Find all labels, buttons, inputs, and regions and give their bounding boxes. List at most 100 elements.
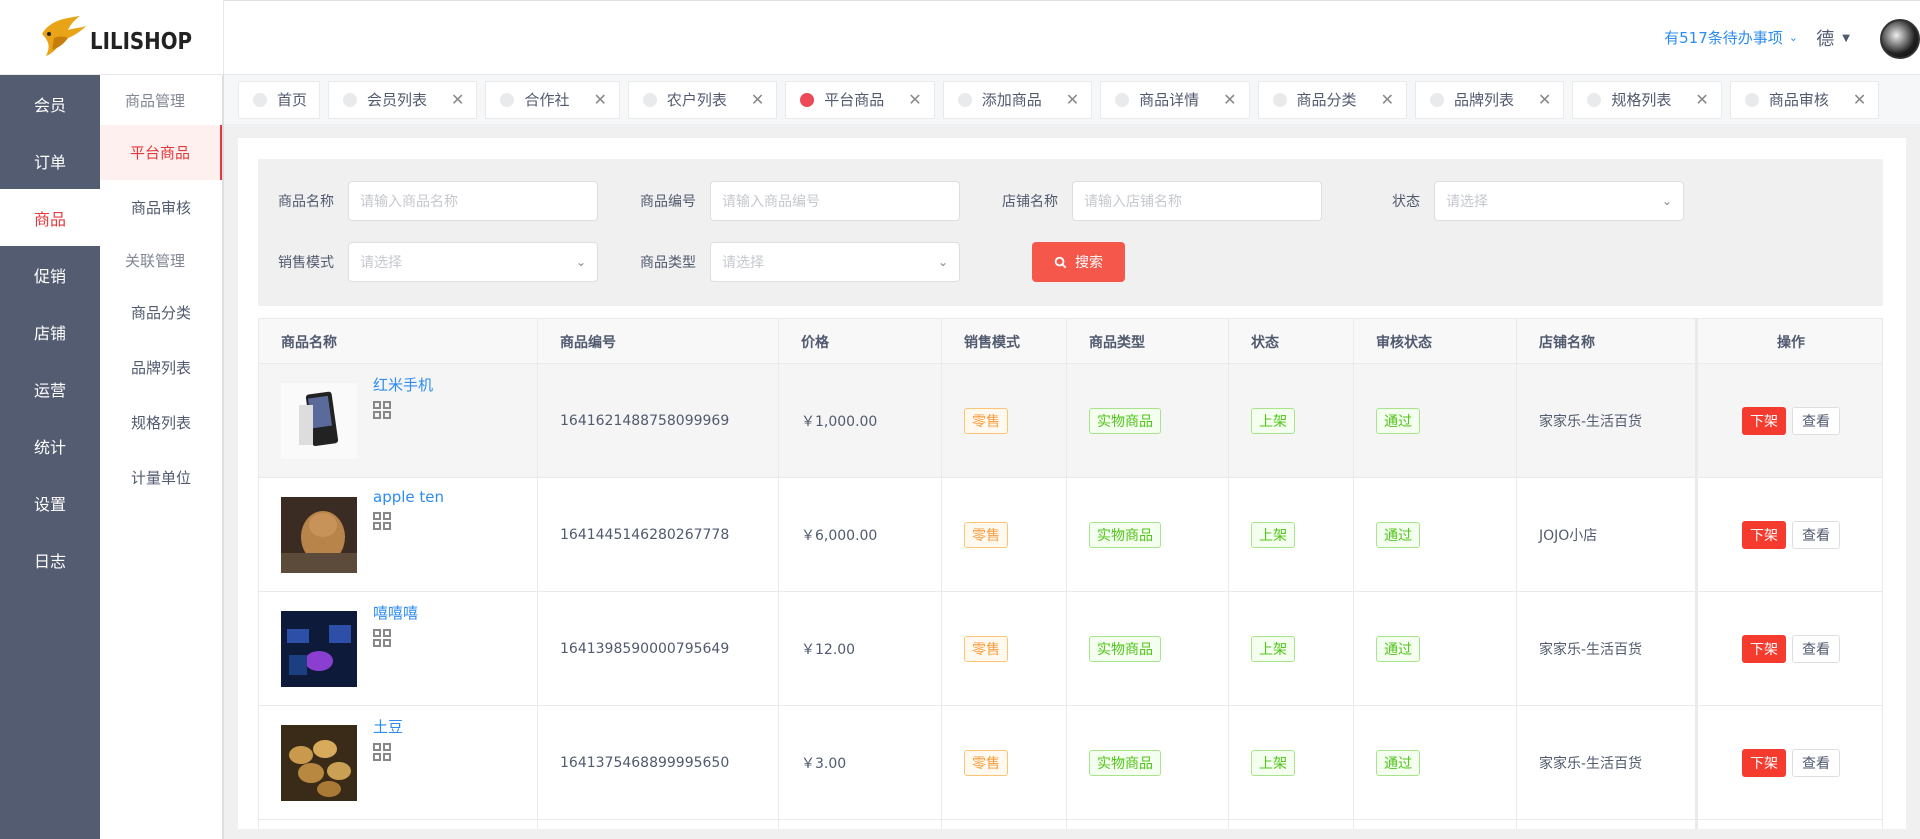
sale-mode-tag: 零售 <box>964 521 1008 548</box>
col-sale-mode: 销售模式 <box>942 319 1067 364</box>
sub-item-platform-goods[interactable]: 平台商品 <box>100 125 222 180</box>
tab-dot-icon <box>1115 92 1130 107</box>
chevron-down-icon: ⌄ <box>1661 194 1672 208</box>
tab-farmer-list[interactable]: 农户列表 ✕ <box>627 80 778 119</box>
sub-item-goods-audit[interactable]: 商品审核 <box>100 180 222 235</box>
caret-down-icon: ▼ <box>1842 32 1850 44</box>
view-button[interactable]: 查看 <box>1792 748 1840 777</box>
close-icon[interactable]: ✕ <box>1853 90 1866 109</box>
close-icon[interactable]: ✕ <box>593 90 606 109</box>
off-shelf-button[interactable]: 下架 <box>1742 634 1786 663</box>
sale-mode-select[interactable]: 请选择 ⌄ <box>348 242 598 282</box>
search-panel: 商品名称 请输入商品名称 商品编号 请输入商品编号 店铺名称 请输入店铺名称 状… <box>258 159 1883 306</box>
top-header: 有517条待办事项 ⌄ 德 ▼ <box>224 0 1920 75</box>
audit-status-cell: 通过 <box>1354 592 1517 705</box>
goods-thumbnail[interactable] <box>281 610 357 687</box>
goods-name-link[interactable]: 土豆 <box>373 716 403 737</box>
tab-platform-goods[interactable]: 平台商品 ✕ <box>785 80 935 119</box>
sub-item-spec-list[interactable]: 规格列表 <box>100 395 222 450</box>
price-cell: ￥3.00 <box>779 706 942 819</box>
tab-goods-audit[interactable]: 商品审核 ✕ <box>1729 80 1880 119</box>
sidebar-item-label: 日志 <box>33 551 66 571</box>
sidebar-item-settings[interactable]: 设置 <box>0 474 100 531</box>
status-tag: 上架 <box>1251 407 1295 434</box>
sidebar-item-promotion[interactable]: 促销 <box>0 246 100 303</box>
goods-code-input[interactable]: 请输入商品编号 <box>710 181 960 221</box>
close-icon[interactable]: ✕ <box>1695 90 1708 109</box>
placeholder: 请输入店铺名称 <box>1084 194 1182 210</box>
goods-thumbnail[interactable] <box>281 496 357 573</box>
close-icon[interactable]: ✕ <box>451 90 464 109</box>
actions-cell: 下架 查看 <box>1696 706 1882 819</box>
off-shelf-button[interactable]: 下架 <box>1742 748 1786 777</box>
view-button[interactable]: 查看 <box>1792 634 1840 663</box>
view-button[interactable]: 查看 <box>1792 520 1840 549</box>
tab-home[interactable]: 首页 <box>238 80 321 119</box>
qrcode-icon[interactable] <box>373 743 391 761</box>
goods-type-cell: 实物商品 <box>1067 478 1229 591</box>
sub-item-brand-list[interactable]: 品牌列表 <box>100 340 222 395</box>
tab-dot-icon <box>957 92 972 107</box>
tab-add-goods[interactable]: 添加商品 ✕ <box>942 80 1093 119</box>
goods-type-select[interactable]: 请选择 ⌄ <box>710 242 960 282</box>
sidebar-item-store[interactable]: 店铺 <box>0 303 100 360</box>
audit-status-tag: 通过 <box>1376 407 1420 434</box>
table-row: apple ten 1641445146280267778 ￥6,000.00 … <box>259 478 1882 592</box>
horizontal-scrollbar[interactable] <box>238 829 1906 839</box>
sidebar-item-label: 设置 <box>33 494 66 514</box>
col-status: 状态 <box>1229 319 1354 364</box>
shop-name-cell: JOJO小店 <box>1517 478 1696 591</box>
close-icon[interactable]: ✕ <box>1066 90 1079 109</box>
goods-name-input[interactable]: 请输入商品名称 <box>348 181 598 221</box>
shop-name-cell: 家家乐-生活百货 <box>1517 364 1696 477</box>
search-button[interactable]: 搜索 <box>1032 242 1125 282</box>
status-select[interactable]: 请选择 ⌄ <box>1434 181 1684 221</box>
tab-goods-detail[interactable]: 商品详情 ✕ <box>1100 80 1250 119</box>
tab-label: 会员列表 <box>367 91 428 109</box>
off-shelf-button[interactable]: 下架 <box>1742 406 1786 435</box>
sidebar-item-log[interactable]: 日志 <box>0 531 100 588</box>
col-goods-type: 商品类型 <box>1067 319 1229 364</box>
goods-thumbnail[interactable] <box>281 382 357 459</box>
goods-name-link[interactable]: 嘻嘻嘻 <box>373 602 418 623</box>
brand-logo[interactable]: LILISHOP <box>40 14 209 58</box>
sidebar-item-operation[interactable]: 运营 <box>0 360 100 417</box>
goods-name-link[interactable]: apple ten <box>373 488 444 506</box>
todo-dropdown[interactable]: 有517条待办事项 ⌄ <box>1664 27 1798 48</box>
table-row: 土豆 1641375468899995650 ￥3.00 零售 实物商品 上架 … <box>259 706 1882 820</box>
view-button[interactable]: 查看 <box>1792 406 1840 435</box>
off-shelf-button[interactable]: 下架 <box>1742 520 1786 549</box>
close-icon[interactable]: ✕ <box>1381 90 1394 109</box>
close-icon[interactable]: ✕ <box>908 90 921 109</box>
avatar[interactable] <box>1880 19 1920 59</box>
qrcode-icon[interactable] <box>373 629 391 647</box>
user-dropdown[interactable]: 德 ▼ <box>1816 25 1850 51</box>
shop-name-input[interactable]: 请输入店铺名称 <box>1072 181 1322 221</box>
tab-dot-icon <box>1744 92 1759 107</box>
goods-name-cell: 嘻嘻嘻 <box>259 592 538 705</box>
tab-brand-list[interactable]: 品牌列表 ✕ <box>1414 80 1565 119</box>
tab-label: 规格列表 <box>1611 91 1672 109</box>
close-icon[interactable]: ✕ <box>1223 90 1236 109</box>
tab-goods-category[interactable]: 商品分类 ✕ <box>1257 80 1407 119</box>
sub-item-unit[interactable]: 计量单位 <box>100 450 222 505</box>
goods-name-field: 商品名称 请输入商品名称 <box>258 181 598 221</box>
sidebar-item-statistics[interactable]: 统计 <box>0 417 100 474</box>
tab-member-list[interactable]: 会员列表 ✕ <box>328 80 478 119</box>
sub-item-goods-category[interactable]: 商品分类 <box>100 285 222 340</box>
close-icon[interactable]: ✕ <box>1538 90 1551 109</box>
goods-thumbnail[interactable] <box>281 724 357 801</box>
tab-spec-list[interactable]: 规格列表 ✕ <box>1572 80 1722 119</box>
tab-dot-icon <box>253 92 267 107</box>
status-cell: 上架 <box>1229 706 1354 819</box>
close-icon[interactable]: ✕ <box>751 90 764 109</box>
tab-cooperative[interactable]: 合作社 ✕ <box>485 80 620 119</box>
col-actions: 操作 <box>1696 319 1882 364</box>
sidebar-item-member[interactable]: 会员 <box>0 75 100 132</box>
sidebar-item-goods[interactable]: 商品 <box>0 189 100 246</box>
qrcode-icon[interactable] <box>373 401 391 419</box>
goods-name-link[interactable]: 红米手机 <box>373 374 433 395</box>
qrcode-icon[interactable] <box>373 512 391 530</box>
sidebar-item-order[interactable]: 订单 <box>0 132 100 189</box>
tab-label: 农户列表 <box>666 91 727 109</box>
